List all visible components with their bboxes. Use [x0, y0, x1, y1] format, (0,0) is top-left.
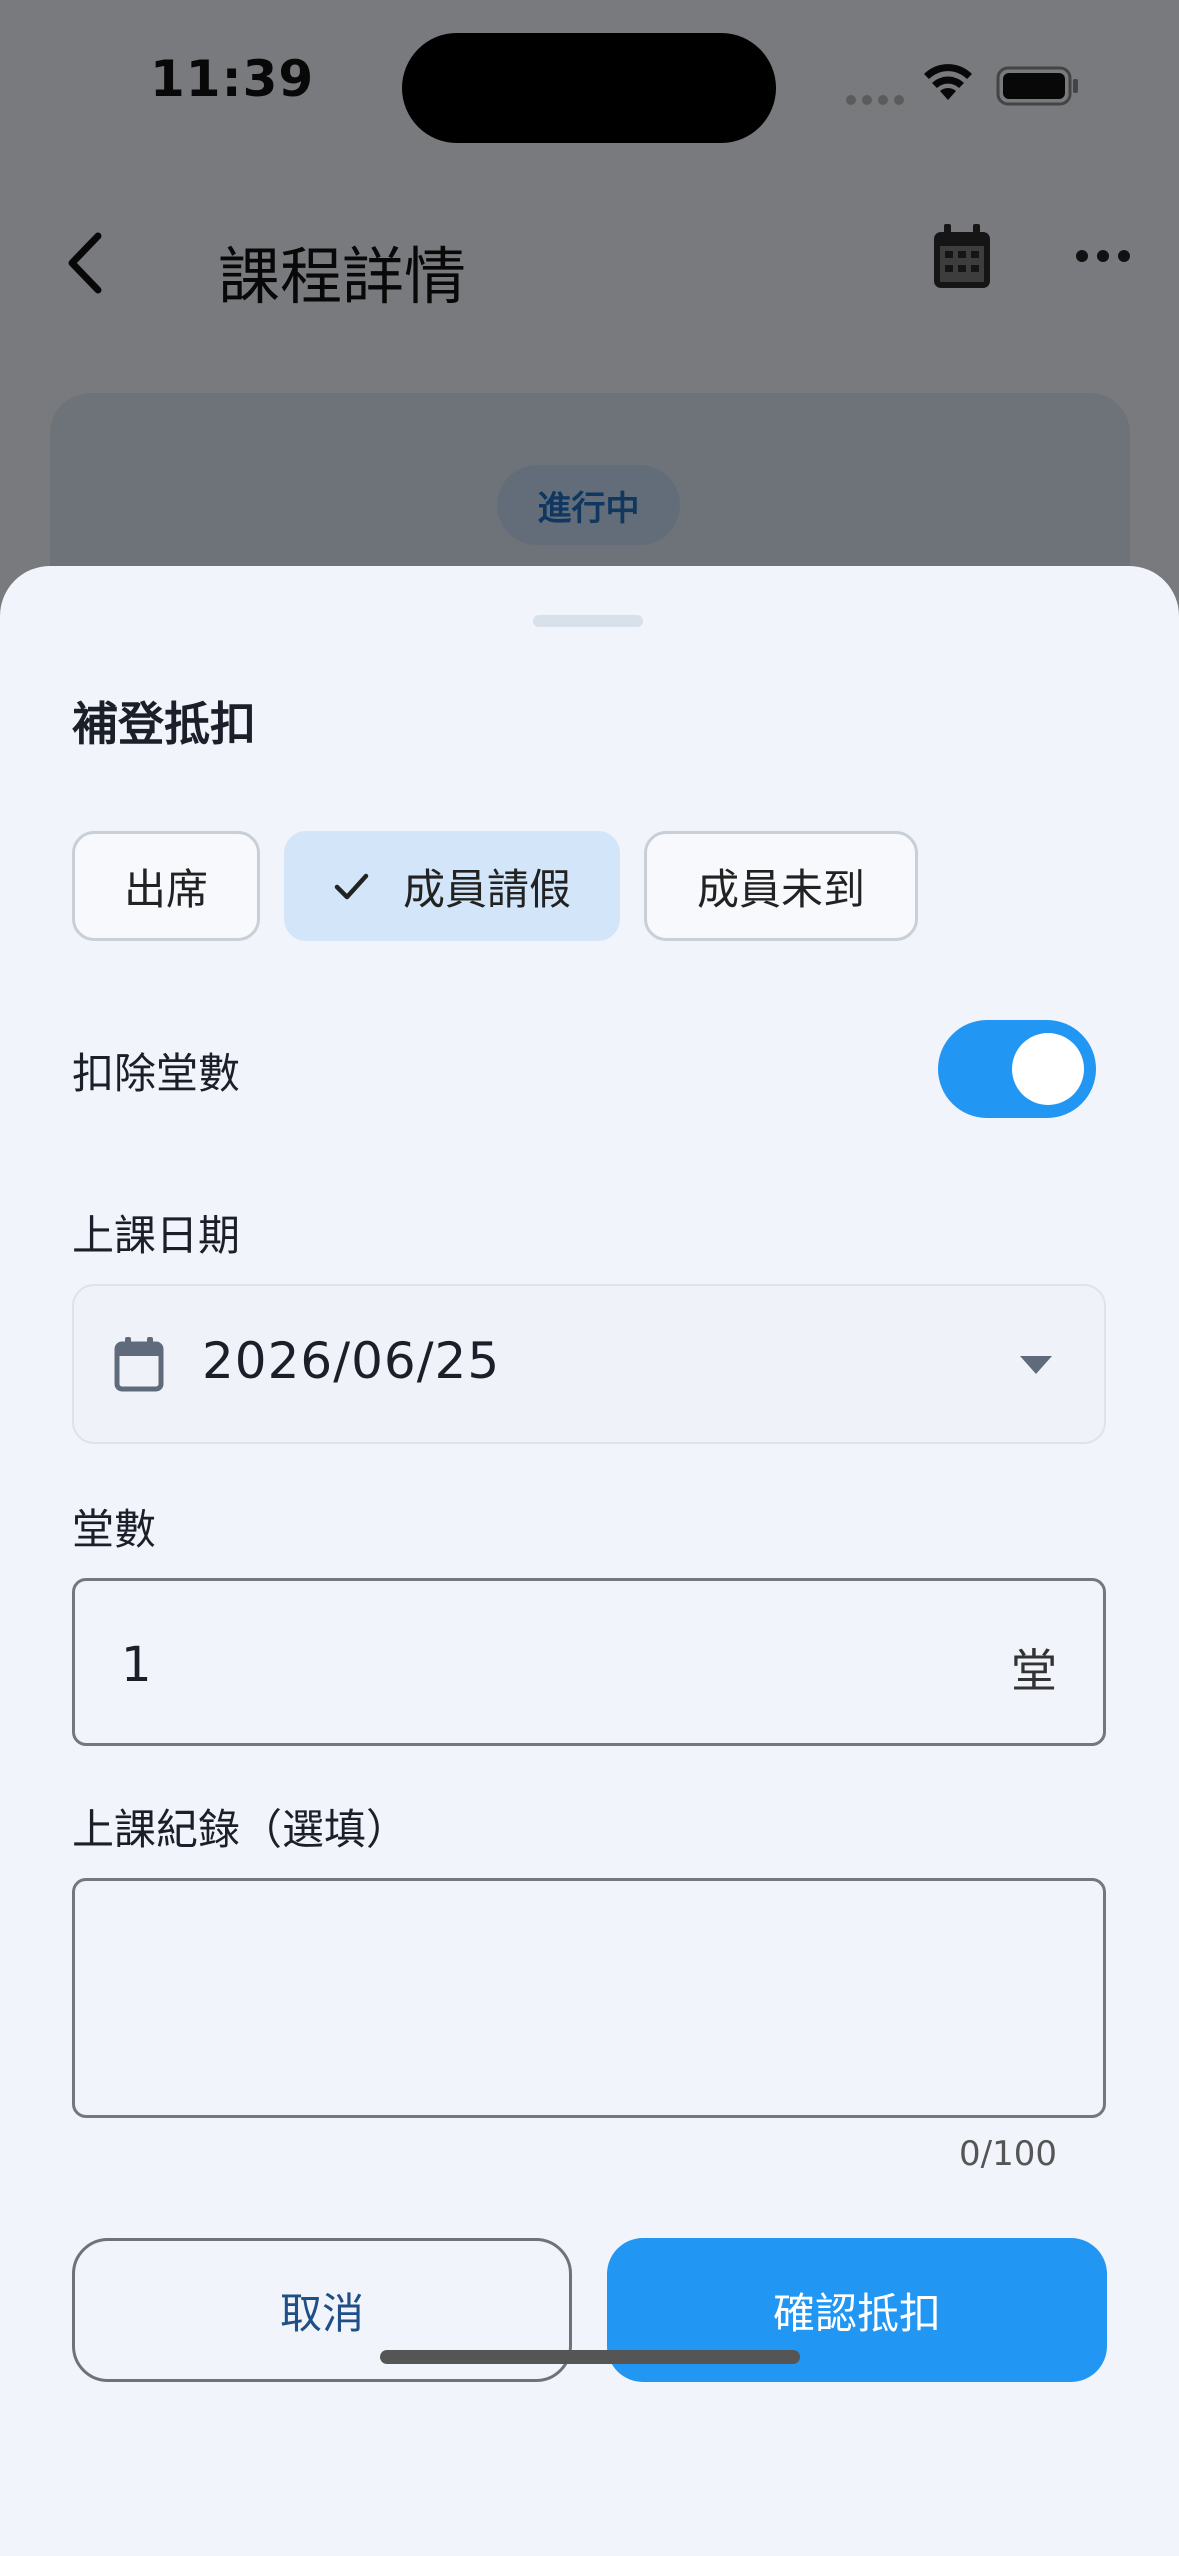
- home-indicator[interactable]: [380, 2350, 800, 2364]
- chip-label: 成員未到: [696, 864, 865, 914]
- chip-attended[interactable]: 出席: [72, 831, 260, 941]
- check-icon: [334, 873, 369, 900]
- chip-member-absent[interactable]: 成員未到: [644, 831, 918, 941]
- date-picker-field[interactable]: 2026/06/25: [72, 1284, 1106, 1444]
- chip-label: 出席: [123, 864, 208, 914]
- session-count-input[interactable]: 1 堂: [72, 1578, 1106, 1746]
- bottom-sheet: 補登抵扣 出席 成員請假 成員未到 扣除堂數 上課日期 2026/06/25 堂…: [0, 566, 1179, 2556]
- notes-textarea[interactable]: [72, 1878, 1106, 2118]
- chip-member-leave[interactable]: 成員請假: [284, 831, 620, 941]
- chevron-down-icon: [1020, 1356, 1052, 1374]
- count-suffix: 堂: [1011, 1644, 1057, 1698]
- date-value: 2026/06/25: [202, 1332, 501, 1390]
- count-label: 堂數: [72, 1505, 157, 1554]
- toggle-knob: [1012, 1033, 1084, 1105]
- character-counter: 0/100: [959, 2134, 1057, 2174]
- deduct-toggle[interactable]: [938, 1020, 1096, 1118]
- chip-label: 成員請假: [402, 864, 571, 914]
- calendar-icon: [114, 1337, 164, 1392]
- deduct-label: 扣除堂數: [72, 1049, 241, 1098]
- count-value: 1: [121, 1637, 152, 1693]
- notes-label: 上課紀錄（選填）: [72, 1805, 409, 1854]
- sheet-title: 補登抵扣: [72, 697, 256, 751]
- date-label: 上課日期: [72, 1211, 241, 1260]
- drag-handle[interactable]: [533, 615, 643, 627]
